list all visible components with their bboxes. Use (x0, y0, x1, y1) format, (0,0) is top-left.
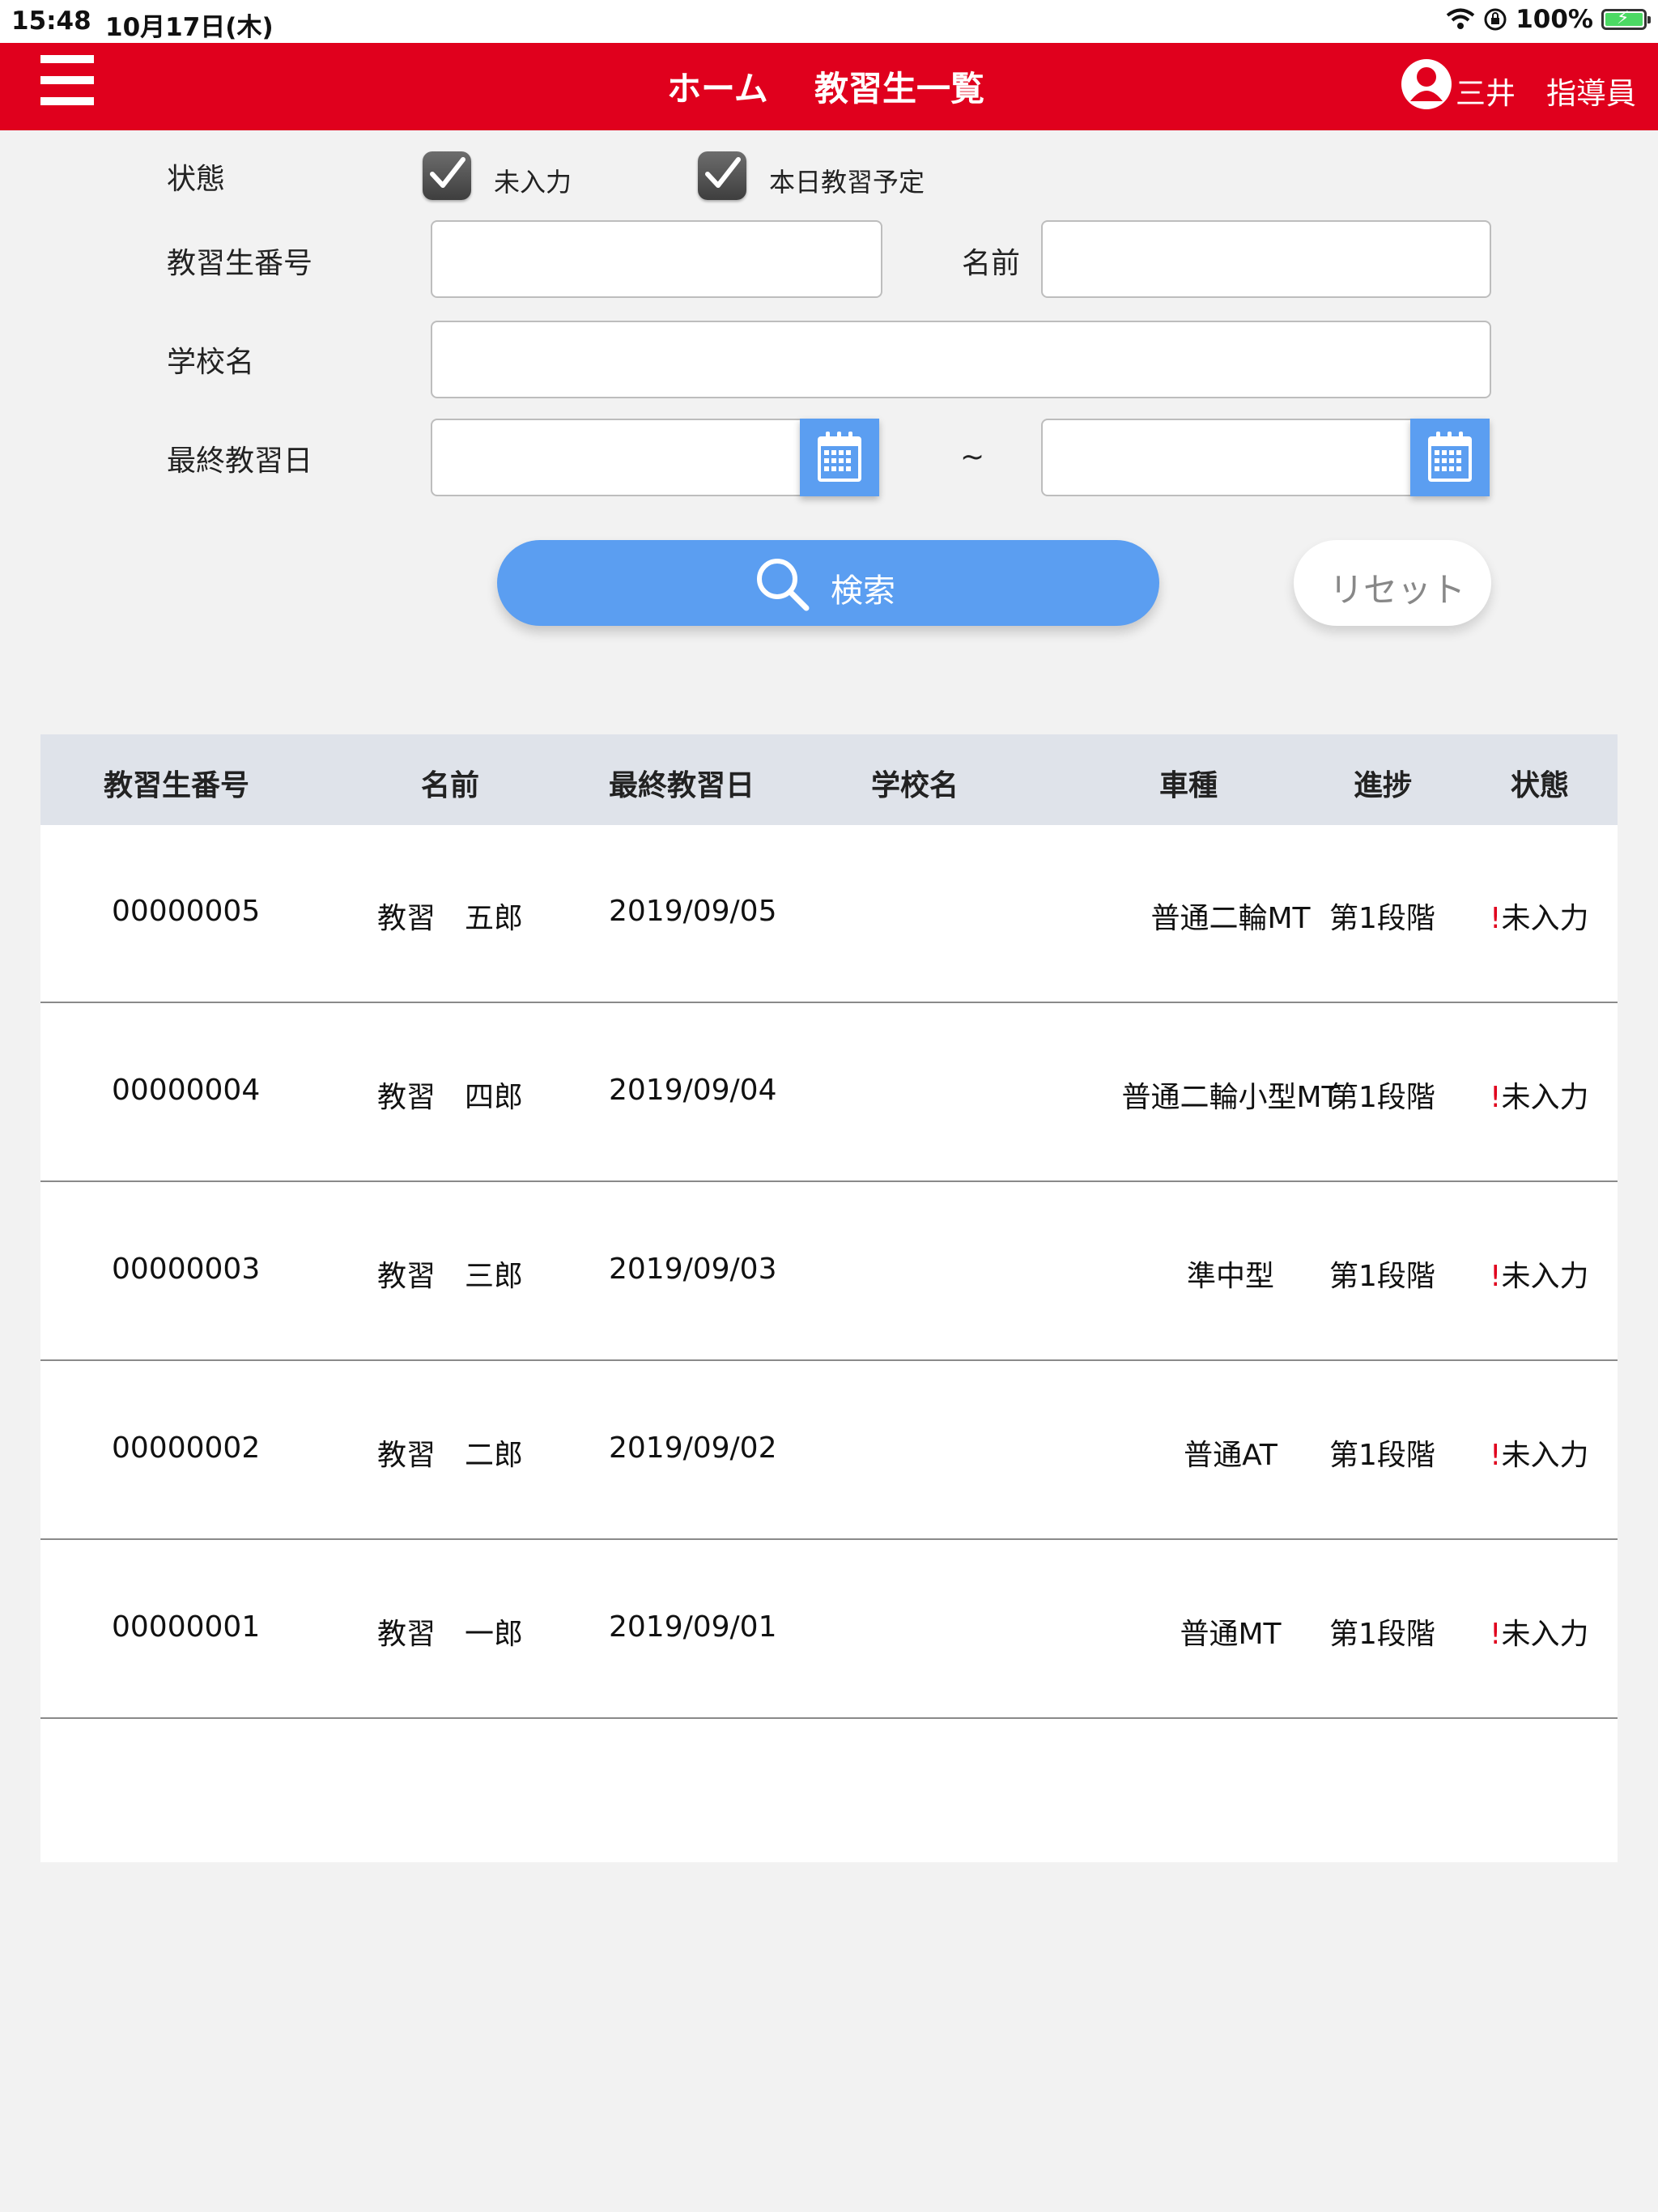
cell-vehicle: 準中型 (1186, 1260, 1274, 1293)
nav-home-link[interactable]: ホーム (667, 62, 768, 111)
col-header-name[interactable]: 名前 (421, 762, 479, 804)
wifi-icon (1446, 8, 1475, 29)
hamburger-menu-icon[interactable] (40, 55, 94, 112)
student-no-input[interactable] (431, 220, 882, 298)
cell-vehicle: 普通二輪MT (1150, 902, 1311, 935)
student-table: 教習生番号 名前 最終教習日 学校名 車種 進捗 状態 00000005 教習 … (40, 734, 1618, 1862)
checkmark-icon (430, 157, 466, 188)
cell-vehicle: 普通AT (1184, 1439, 1278, 1472)
last-date-label: 最終教習日 (167, 445, 313, 478)
cell-last-date: 2019/09/05 (609, 895, 777, 928)
school-label: 学校名 (167, 346, 255, 379)
cell-name: 教習 五郎 (377, 902, 524, 935)
today-lesson-checkbox[interactable] (698, 151, 746, 200)
cell-status: 未入力 (1501, 902, 1589, 935)
date-range-separator: ~ (960, 440, 985, 474)
user-name: 三井 (1456, 76, 1516, 111)
cell-name: 教習 三郎 (377, 1260, 524, 1293)
app-header: ホーム 教習生一覧 三井 指導員 (0, 43, 1658, 130)
cell-status: 未入力 (1501, 1439, 1589, 1472)
cell-student-no: 00000005 (112, 895, 261, 928)
col-header-last-date[interactable]: 最終教習日 (609, 762, 755, 804)
table-row[interactable]: 00000005 教習 五郎 2019/09/05 普通二輪MT 第1段階 !未… (40, 825, 1618, 1003)
calendar-icon (818, 432, 861, 482)
cell-status: 未入力 (1501, 1260, 1589, 1293)
col-header-progress[interactable]: 進捗 (1354, 762, 1412, 804)
date-from-calendar-button[interactable] (800, 419, 879, 496)
date-from-input[interactable] (431, 419, 801, 496)
cell-vehicle: 普通二輪小型MT (1121, 1081, 1340, 1114)
cell-progress: 第1段階 (1329, 1081, 1435, 1114)
cell-last-date: 2019/09/02 (609, 1431, 777, 1465)
cell-student-no: 00000002 (112, 1431, 261, 1465)
alert-mark-icon: ! (1490, 1618, 1502, 1651)
table-header: 教習生番号 名前 最終教習日 学校名 車種 進捗 状態 (40, 734, 1618, 825)
cell-status: 未入力 (1501, 1618, 1589, 1651)
cell-progress: 第1段階 (1329, 1439, 1435, 1472)
search-icon (757, 559, 810, 611)
state-label: 状態 (167, 163, 226, 196)
search-button[interactable]: 検索 (497, 540, 1159, 626)
alert-mark-icon: ! (1490, 1439, 1502, 1472)
cell-student-no: 00000003 (112, 1253, 261, 1286)
cell-name: 教習 二郎 (377, 1439, 524, 1472)
page-title: 教習生一覧 (814, 69, 985, 108)
cell-status: 未入力 (1501, 1081, 1589, 1114)
search-button-label: 検索 (831, 572, 895, 610)
user-avatar-icon[interactable] (1401, 57, 1452, 111)
battery-icon: ⚡ (1601, 8, 1651, 30)
school-input[interactable] (431, 321, 1491, 398)
unentered-checkbox[interactable] (423, 151, 471, 200)
today-lesson-checkbox-label[interactable]: 本日教習予定 (769, 162, 925, 199)
orientation-lock-icon (1484, 8, 1507, 31)
cell-last-date: 2019/09/03 (609, 1253, 777, 1286)
date-to-calendar-button[interactable] (1410, 419, 1490, 496)
cell-student-no: 00000001 (112, 1610, 261, 1644)
table-row[interactable]: 00000003 教習 三郎 2019/09/03 準中型 第1段階 !未入力 (40, 1183, 1618, 1361)
cell-progress: 第1段階 (1329, 902, 1435, 935)
reset-button[interactable]: リセット (1294, 540, 1491, 626)
checkmark-icon (705, 157, 741, 188)
student-no-label: 教習生番号 (167, 247, 313, 280)
col-header-status[interactable]: 状態 (1511, 762, 1569, 804)
name-input[interactable] (1041, 220, 1491, 298)
cell-progress: 第1段階 (1329, 1618, 1435, 1651)
status-date: 10月17日(木) (105, 13, 274, 42)
battery-percent: 100% (1516, 5, 1593, 34)
unentered-checkbox-label[interactable]: 未入力 (494, 162, 572, 199)
table-row[interactable]: 00000002 教習 二郎 2019/09/02 普通AT 第1段階 !未入力 (40, 1362, 1618, 1540)
table-row[interactable]: 00000001 教習 一郎 2019/09/01 普通MT 第1段階 !未入力 (40, 1541, 1618, 1719)
calendar-icon (1428, 432, 1472, 482)
reset-button-label: リセット (1329, 570, 1466, 610)
cell-name: 教習 四郎 (377, 1081, 524, 1114)
status-bar: 15:48 10月17日(木) 100% ⚡ (0, 0, 1658, 43)
cell-student-no: 00000004 (112, 1074, 261, 1107)
alert-mark-icon: ! (1490, 902, 1502, 935)
user-role: 指導員 (1546, 76, 1636, 111)
cell-name: 教習 一郎 (377, 1618, 524, 1651)
cell-progress: 第1段階 (1329, 1260, 1435, 1293)
status-time: 15:48 (11, 6, 91, 36)
alert-mark-icon: ! (1490, 1081, 1502, 1114)
cell-last-date: 2019/09/01 (609, 1610, 777, 1644)
status-indicators: 100% ⚡ (1446, 5, 1651, 34)
table-row[interactable]: 00000004 教習 四郎 2019/09/04 普通二輪小型MT 第1段階 … (40, 1004, 1618, 1182)
name-label: 名前 (962, 247, 1021, 280)
cell-vehicle: 普通MT (1180, 1618, 1282, 1651)
alert-mark-icon: ! (1490, 1260, 1502, 1293)
col-header-school[interactable]: 学校名 (871, 762, 959, 804)
date-to-input[interactable] (1041, 419, 1412, 496)
cell-last-date: 2019/09/04 (609, 1074, 777, 1107)
col-header-vehicle[interactable]: 車種 (1159, 762, 1218, 804)
col-header-student-no[interactable]: 教習生番号 (104, 762, 249, 804)
